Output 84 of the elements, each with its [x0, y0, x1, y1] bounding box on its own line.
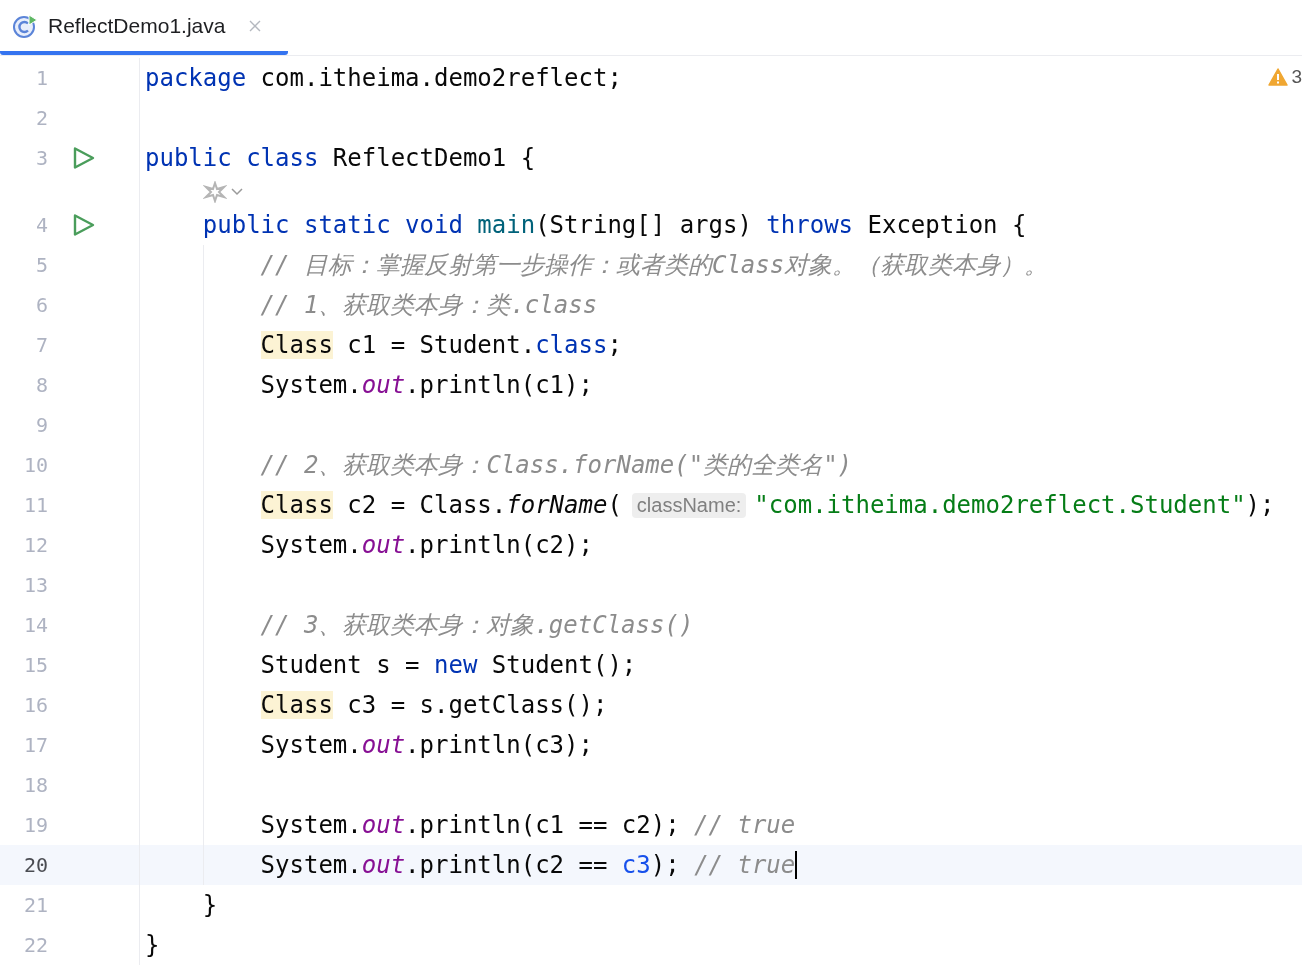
line-number: 18: [22, 773, 48, 797]
line-number: 2: [34, 106, 48, 130]
keyword: public: [202, 211, 290, 239]
field-name: out: [361, 851, 406, 879]
code-text: (: [607, 491, 622, 519]
line-number: 6: [34, 293, 48, 317]
line-number: 12: [22, 533, 48, 557]
field-name: out: [361, 811, 406, 839]
code-comment: // 3、获取类本身：对象.getClass(): [260, 610, 694, 641]
code-comment: // 2、获取类本身：Class.forName("类的全类名"): [260, 450, 853, 481]
line-number: 3: [34, 146, 48, 170]
variable-name: c3: [621, 851, 651, 879]
line-number: 14: [22, 613, 48, 637]
code-text: .println(c1);: [405, 371, 593, 399]
keyword: throws: [766, 211, 854, 239]
keyword: void: [404, 211, 463, 239]
method-name: main: [476, 211, 536, 239]
inspection-widget[interactable]: 3: [1268, 66, 1302, 88]
code-text: .println(c1 == c2);: [405, 811, 681, 839]
line-number: 8: [34, 373, 48, 397]
code-text: c2 = Class.: [346, 491, 507, 519]
method-name: forName: [506, 491, 608, 519]
keyword: package: [145, 64, 247, 92]
file-tab[interactable]: ReflectDemo1.java: [0, 0, 288, 55]
field-name: out: [361, 531, 406, 559]
code-comment: // true: [694, 851, 796, 879]
code-comment: // 1、获取类本身：类.class: [260, 290, 598, 321]
code-text: System.: [260, 851, 362, 879]
code-text: System.: [260, 371, 362, 399]
type-name: Class: [260, 691, 333, 719]
code-text: );: [1245, 491, 1275, 519]
line-number: 15: [22, 653, 48, 677]
code-text: );: [650, 851, 681, 879]
parameter-hint: className:: [631, 492, 747, 518]
line-number: 1: [34, 66, 48, 90]
code-text: System.: [260, 731, 362, 759]
code-comment: // true: [694, 811, 796, 839]
code-text: ;: [607, 331, 622, 359]
line-number: 11: [22, 493, 48, 517]
warning-icon: [1268, 68, 1289, 86]
line-number: 9: [34, 413, 48, 437]
code-text: System.: [260, 811, 362, 839]
line-number: 13: [22, 573, 48, 597]
code-text: ReflectDemo1 {: [331, 144, 536, 172]
field-name: out: [361, 731, 406, 759]
type-name: Class: [260, 491, 333, 519]
code-text: Student();: [490, 651, 637, 679]
keyword: public: [145, 144, 232, 172]
code-comment: // 目标：掌握反射第一步操作：或者类的Class对象。（获取类本身）。: [260, 250, 1049, 281]
code-text: .println(c2 ==: [405, 851, 609, 879]
java-class-icon: [12, 12, 38, 39]
string-literal: "com.itheima.demo2reflect.Student": [754, 491, 1246, 519]
code-text: Exception {: [866, 211, 1027, 239]
code-text: }: [202, 891, 218, 919]
keyword: class: [535, 331, 608, 359]
line-number: 19: [22, 813, 48, 837]
chevron-down-icon[interactable]: [230, 187, 243, 196]
run-icon[interactable]: [72, 213, 96, 237]
code-text: com.itheima.demo2reflect;: [259, 64, 622, 92]
code-text: c1 = Student.: [346, 331, 536, 359]
keyword: class: [245, 144, 319, 172]
code-text: c3 = s.getClass();: [346, 691, 608, 719]
code-text: }: [145, 931, 160, 959]
code-text: Student s =: [260, 651, 421, 679]
line-number: 4: [34, 213, 48, 237]
run-icon[interactable]: [72, 146, 96, 170]
close-icon[interactable]: [249, 19, 262, 32]
code-text: System.: [260, 531, 362, 559]
line-number: 7: [34, 333, 48, 357]
field-name: out: [361, 371, 406, 399]
code-text: (String[] args): [535, 211, 753, 239]
type-name: Class: [260, 331, 333, 359]
line-number: 16: [22, 693, 48, 717]
keyword: static: [302, 211, 391, 239]
ai-sparkle-icon[interactable]: [202, 180, 227, 203]
line-number: 22: [22, 933, 48, 957]
line-number: 5: [34, 253, 48, 277]
line-number: 17: [22, 733, 48, 757]
line-number: 20: [22, 853, 48, 877]
line-number: 10: [22, 453, 48, 477]
keyword: new: [434, 651, 478, 679]
line-number: 21: [22, 893, 48, 917]
code-text: .println(c2);: [405, 531, 593, 559]
code-text: .println(c3);: [405, 731, 593, 759]
